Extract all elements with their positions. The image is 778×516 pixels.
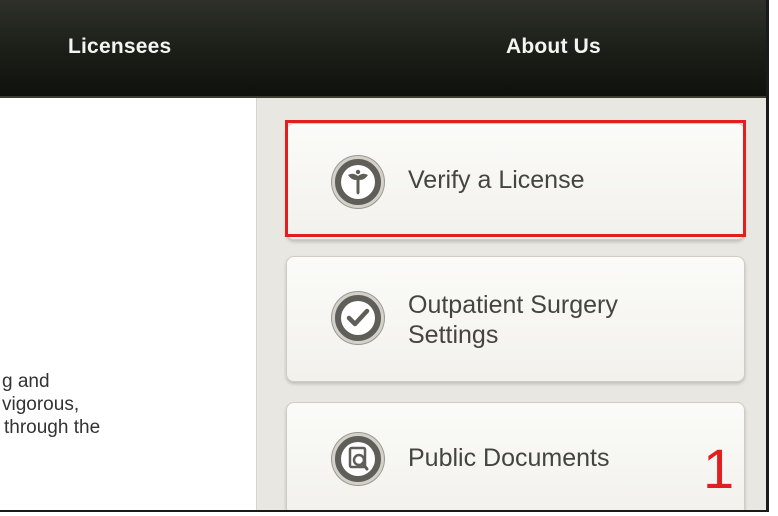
- top-navigation: Licensees About Us: [0, 0, 766, 98]
- intro-line: vigorous,: [2, 394, 80, 415]
- intro-line: g and: [2, 371, 50, 392]
- checkmark-icon: [332, 292, 384, 344]
- public-documents-label: Public Documents: [408, 444, 610, 472]
- nav-about-us[interactable]: About Us: [506, 35, 601, 59]
- step-number: 1: [703, 437, 735, 500]
- document-search-icon: [332, 433, 384, 485]
- highlight-box: [285, 120, 746, 237]
- screenshot-frame: Licensees About Us g and vigorous, throu…: [0, 0, 769, 512]
- outpatient-surgery-settings-button[interactable]: Outpatient Surgery Settings: [286, 256, 745, 382]
- outpatient-surgery-settings-label: Outpatient Surgery Settings: [408, 291, 618, 349]
- intro-line: through the: [4, 417, 101, 438]
- main-content: g and vigorous, through the: [0, 98, 254, 510]
- nav-licensees[interactable]: Licensees: [68, 35, 171, 59]
- public-documents-button[interactable]: Public Documents: [286, 402, 745, 510]
